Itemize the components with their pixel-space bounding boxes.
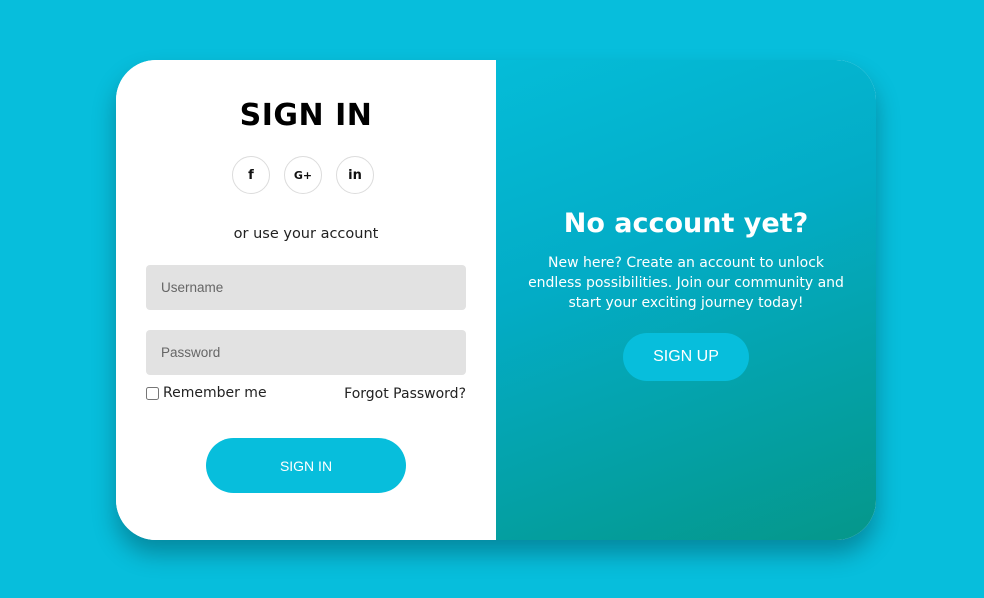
facebook-button[interactable]: f — [232, 156, 270, 194]
google-plus-button[interactable]: G+ — [284, 156, 322, 194]
username-input[interactable] — [146, 265, 466, 310]
facebook-icon: f — [248, 167, 254, 183]
social-buttons: f G+ in — [232, 156, 374, 194]
remember-me[interactable]: Remember me — [146, 385, 267, 401]
remember-me-checkbox[interactable] — [146, 386, 159, 400]
signin-panel: SIGN IN f G+ in or use your account Reme… — [116, 60, 496, 540]
signin-subtitle: or use your account — [233, 226, 379, 242]
signin-title: SIGN IN — [239, 98, 373, 133]
signup-panel: No account yet? New here? Create an acco… — [496, 60, 876, 540]
linkedin-button[interactable]: in — [336, 156, 374, 194]
auth-card: SIGN IN f G+ in or use your account Reme… — [116, 60, 876, 540]
signup-title: No account yet? — [563, 208, 809, 239]
linkedin-icon: in — [348, 167, 362, 183]
sign-up-button[interactable]: SIGN UP — [623, 333, 749, 381]
signup-description: New here? Create an account to unlock en… — [528, 255, 844, 311]
forgot-password-link[interactable]: Forgot Password? — [344, 386, 466, 402]
sign-in-button[interactable]: SIGN IN — [206, 438, 406, 493]
remember-me-label: Remember me — [163, 385, 267, 401]
google-plus-icon: G+ — [293, 168, 313, 182]
password-input[interactable] — [146, 330, 466, 375]
